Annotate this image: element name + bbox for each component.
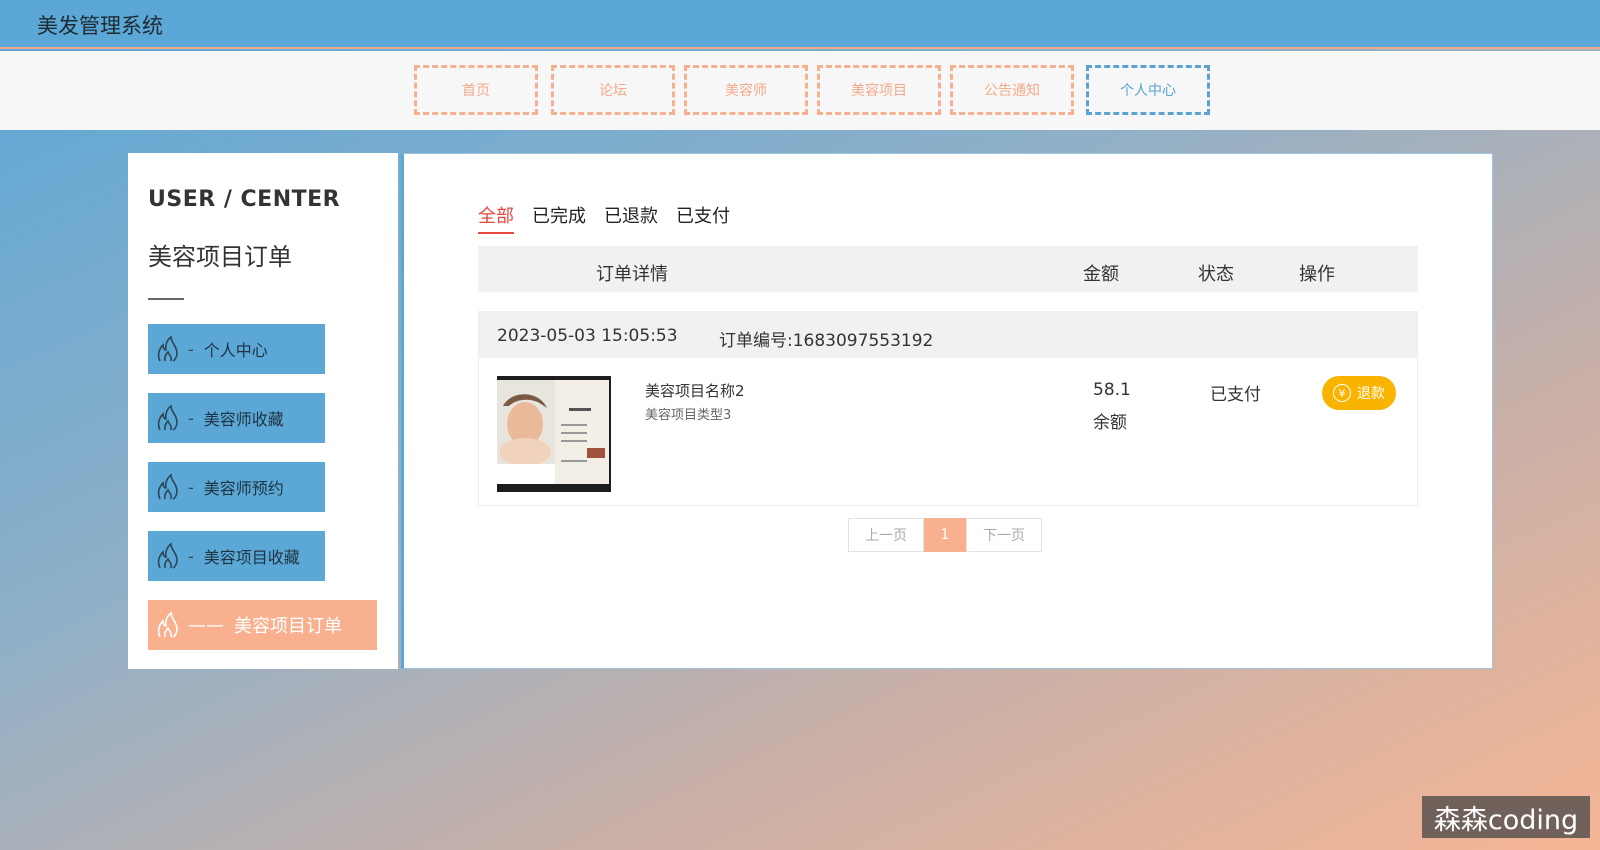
refund-label: 退款 <box>1357 386 1385 402</box>
app-title: 美发管理系统 <box>37 14 163 38</box>
project-type: 美容项目类型3 <box>645 408 732 423</box>
order-number: 订单编号:1683097553192 <box>719 331 934 351</box>
project-thumbnail[interactable] <box>497 376 611 492</box>
flame-icon <box>157 404 178 431</box>
payment-method: 余额 <box>1093 413 1127 433</box>
sidebar-item-project-favorites[interactable]: - 美容项目收藏 <box>148 531 325 581</box>
top-nav: 首页 论坛 美容师 美容项目 公告通知 个人中心 <box>0 51 1600 130</box>
sidebar-item-label: 个人中心 <box>203 341 268 360</box>
item-dash: - <box>188 408 194 428</box>
refund-button[interactable]: ¥ 退款 <box>1322 376 1396 410</box>
order-amount: 58.1 <box>1093 380 1131 400</box>
nav-notice[interactable]: 公告通知 <box>950 65 1074 115</box>
item-dash: - <box>188 339 194 359</box>
sidebar-item-label: 美容项目收藏 <box>203 548 300 567</box>
flame-icon <box>157 611 178 638</box>
flame-icon <box>157 473 178 500</box>
column-amount: 金额 <box>1083 264 1119 285</box>
yen-icon: ¥ <box>1333 384 1351 402</box>
pagination: 上一页 1 下一页 <box>848 518 1042 552</box>
column-order-details: 订单详情 <box>596 264 668 285</box>
order-item: 2023-05-03 15:05:53 订单编号:1683097553192 美… <box>478 311 1418 506</box>
tab-completed[interactable]: 已完成 <box>532 202 586 234</box>
section-title: 美容项目订单 <box>148 243 292 271</box>
sidebar-item-beautician-favorites[interactable]: - 美容师收藏 <box>148 393 325 443</box>
nav-home[interactable]: 首页 <box>414 65 538 115</box>
item-dash: - <box>188 477 194 497</box>
title-divider <box>148 298 184 300</box>
watermark: 森森coding <box>1422 796 1590 838</box>
project-name[interactable]: 美容项目名称2 <box>645 380 745 401</box>
order-item-header: 2023-05-03 15:05:53 订单编号:1683097553192 <box>479 312 1417 358</box>
flame-icon <box>157 335 178 362</box>
item-dash: - <box>188 546 194 566</box>
nav-personal-center[interactable]: 个人中心 <box>1086 65 1210 115</box>
sidebar-item-personal-center[interactable]: - 个人中心 <box>148 324 325 374</box>
tab-paid[interactable]: 已支付 <box>676 202 730 234</box>
item-dash: —— <box>188 614 224 636</box>
app-header: 美发管理系统 <box>0 0 1600 49</box>
next-page-button[interactable]: 下一页 <box>966 518 1042 552</box>
prev-page-button[interactable]: 上一页 <box>848 518 924 552</box>
order-date: 2023-05-03 15:05:53 <box>497 326 678 346</box>
user-center-title: USER / CENTER <box>148 187 341 212</box>
flame-icon <box>157 542 178 569</box>
nav-beautician[interactable]: 美容师 <box>684 65 808 115</box>
tab-refunded[interactable]: 已退款 <box>604 202 658 234</box>
nav-forum[interactable]: 论坛 <box>551 65 675 115</box>
sidebar-item-label: 美容师收藏 <box>203 410 284 429</box>
order-tabs: 全部 已完成 已退款 已支付 <box>478 202 730 234</box>
tab-all[interactable]: 全部 <box>478 202 514 234</box>
sidebar-item-label: 美容师预约 <box>203 479 284 498</box>
column-action: 操作 <box>1299 264 1335 285</box>
table-header: 订单详情 金额 状态 操作 <box>478 246 1418 292</box>
page-number-button[interactable]: 1 <box>924 518 966 552</box>
column-status: 状态 <box>1198 264 1234 285</box>
sidebar-item-project-orders[interactable]: —— 美容项目订单 <box>148 600 377 650</box>
sidebar-item-beautician-booking[interactable]: - 美容师预约 <box>148 462 325 512</box>
sidebar-item-label: 美容项目订单 <box>234 616 342 637</box>
user-center-sidebar: USER / CENTER 美容项目订单 - 个人中心 - 美容师收藏 - 美容… <box>128 153 398 669</box>
nav-beauty-project[interactable]: 美容项目 <box>817 65 941 115</box>
order-status: 已支付 <box>1210 385 1261 405</box>
orders-panel: 全部 已完成 已退款 已支付 订单详情 金额 状态 操作 2023-05-03 … <box>401 153 1493 669</box>
